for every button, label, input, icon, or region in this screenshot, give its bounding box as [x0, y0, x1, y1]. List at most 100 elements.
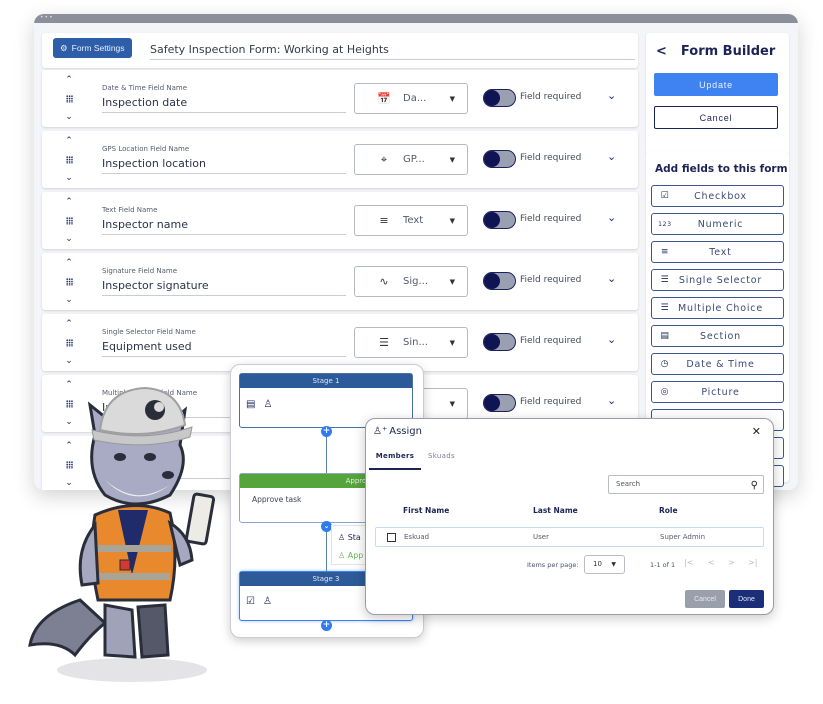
field-name-input[interactable]: Inspector name	[102, 216, 346, 235]
prev-page-button[interactable]: <	[708, 558, 715, 567]
field-row[interactable]: ⌃ ⌄ Text Field Name Inspector name ≡ Tex…	[42, 192, 638, 249]
field-type-value: Sig...	[403, 276, 429, 287]
cancel-button[interactable]: Cancel	[654, 106, 778, 129]
move-up-icon[interactable]: ⌃	[65, 137, 73, 146]
toggle-knob	[484, 90, 500, 106]
approver-label: App	[347, 551, 364, 560]
search-input[interactable]: Search ⚲	[608, 475, 764, 494]
field-type-label: Text Field Name	[102, 206, 158, 214]
field-required-toggle[interactable]	[483, 150, 516, 168]
stage-title: Stage 1	[240, 374, 412, 388]
tab-members[interactable]: Members	[369, 452, 421, 470]
add-field-button[interactable]: ◎ Picture	[651, 381, 784, 403]
field-name-input[interactable]: Inspector signature	[102, 277, 346, 296]
window-controls[interactable]: •••	[40, 15, 54, 21]
add-fields-title: Add fields to this form	[655, 163, 788, 175]
add-field-button[interactable]: ≡ Text	[651, 241, 784, 263]
field-row[interactable]: ⌃ ⌄ Date & Time Field Name Inspection da…	[42, 70, 638, 127]
field-type-select[interactable]: ⌖ GP... ▼	[354, 144, 468, 175]
drag-handle-icon[interactable]	[65, 156, 73, 164]
add-field-button[interactable]: ◷ Date & Time	[651, 353, 784, 375]
field-required-label: Field required	[520, 275, 582, 285]
move-up-icon[interactable]: ⌃	[65, 320, 73, 329]
assign-dialog: ♙⁺ Assign ✕ Members Skuads Search ⚲ Firs…	[365, 418, 774, 615]
field-required-toggle[interactable]	[483, 211, 516, 229]
add-field-label: Numeric	[697, 218, 744, 230]
first-page-button[interactable]: |<	[684, 558, 693, 567]
dialog-cancel-button[interactable]: Cancel	[685, 590, 725, 608]
form-title-input[interactable]: Safety Inspection Form: Working at Heigh…	[150, 40, 635, 60]
field-type-label: GPS Location Field Name	[102, 145, 190, 153]
drag-handle-icon[interactable]	[65, 278, 73, 286]
field-type-label: Date & Time Field Name	[102, 84, 188, 92]
back-chevron-icon[interactable]: <	[656, 44, 667, 59]
field-required-toggle[interactable]	[483, 89, 516, 107]
field-name-input[interactable]: Inspection location	[102, 155, 346, 174]
assign-users-icon: ♙⁺	[373, 426, 388, 437]
form-settings-button[interactable]: ⚙ Form Settings	[53, 38, 132, 58]
window-titlebar: •••	[34, 14, 798, 23]
move-down-icon[interactable]: ⌄	[65, 296, 73, 305]
add-field-button[interactable]: ☰ Multiple Choice	[651, 297, 784, 319]
search-icon[interactable]: ⚲	[751, 477, 758, 494]
update-button[interactable]: Update	[654, 73, 778, 96]
field-type-select[interactable]: ☰ Sin... ▼	[354, 327, 468, 358]
add-field-label: Section	[700, 330, 741, 342]
move-down-icon[interactable]: ⌄	[65, 357, 73, 366]
next-page-button[interactable]: >	[728, 558, 735, 567]
move-down-icon[interactable]: ⌄	[65, 113, 73, 122]
chevron-down-icon[interactable]: ⌄	[607, 272, 616, 285]
field-required-toggle[interactable]	[483, 333, 516, 351]
toggle-knob	[484, 273, 500, 289]
caret-down-icon: ▼	[449, 216, 455, 225]
move-up-icon[interactable]: ⌃	[65, 76, 73, 85]
field-required-toggle[interactable]	[483, 272, 516, 290]
close-icon[interactable]: ✕	[752, 425, 761, 438]
form-settings-label: Form Settings	[71, 43, 125, 53]
drag-handle-icon[interactable]	[65, 339, 73, 347]
items-per-page-select[interactable]: 10 ▼	[584, 555, 625, 574]
chevron-down-icon[interactable]: ⌄	[607, 333, 616, 346]
add-field-label: Date & Time	[686, 358, 755, 370]
drag-handle-icon[interactable]	[65, 95, 73, 103]
field-type-select[interactable]: ≡ Text ▼	[354, 205, 468, 236]
table-row[interactable]: Eskuad User Super Admin	[375, 527, 764, 547]
field-row[interactable]: ⌃ ⌄ Signature Field Name Inspector signa…	[42, 253, 638, 310]
builder-header: < Form Builder	[656, 44, 775, 59]
move-down-icon[interactable]: ⌄	[65, 235, 73, 244]
last-page-button[interactable]: >|	[748, 558, 757, 567]
field-row[interactable]: ⌃ ⌄ GPS Location Field Name Inspection l…	[42, 131, 638, 188]
caret-down-icon: ▼	[449, 94, 455, 103]
toggle-knob	[484, 212, 500, 228]
dialog-done-button[interactable]: Done	[729, 590, 764, 608]
row-checkbox[interactable]	[387, 533, 396, 542]
drag-handle-icon[interactable]	[65, 217, 73, 225]
add-field-button[interactable]: ☰ Single Selector	[651, 269, 784, 291]
field-name-input[interactable]: Inspection date	[102, 94, 346, 113]
column-header-last-name[interactable]: Last Name	[533, 506, 578, 515]
field-type-select[interactable]: 📅 Da... ▼	[354, 83, 468, 114]
add-stage-plus-icon[interactable]: +	[321, 426, 332, 437]
field-required-label: Field required	[520, 92, 582, 102]
add-stage-plus-icon[interactable]: +	[321, 620, 332, 631]
add-field-button[interactable]: 123 Numeric	[651, 213, 784, 235]
text-lines-icon: ≡	[379, 214, 389, 227]
gear-icon: ⚙	[60, 42, 68, 53]
field-type-select[interactable]: ∿ Sig... ▼	[354, 266, 468, 297]
move-up-icon[interactable]: ⌃	[65, 198, 73, 207]
chevron-down-icon[interactable]: ⌄	[607, 211, 616, 224]
move-down-icon[interactable]: ⌄	[65, 174, 73, 183]
tab-skuads[interactable]: Skuads	[428, 452, 455, 460]
move-up-icon[interactable]: ⌃	[65, 259, 73, 268]
add-field-button[interactable]: ☑ Checkbox	[651, 185, 784, 207]
chevron-down-icon[interactable]: ⌄	[607, 150, 616, 163]
column-header-role[interactable]: Role	[659, 506, 678, 515]
chevron-down-icon[interactable]: ⌄	[607, 89, 616, 102]
column-header-first-name[interactable]: First Name	[403, 506, 449, 515]
field-required-toggle[interactable]	[483, 394, 516, 412]
field-name-input[interactable]: Equipment used	[102, 338, 346, 357]
add-field-button[interactable]: ▤ Section	[651, 325, 784, 347]
chevron-down-icon[interactable]: ⌄	[607, 394, 616, 407]
field-row[interactable]: ⌃ ⌄ Single Selector Field Name Equipment…	[42, 314, 638, 371]
list-select-icon: ☰	[379, 336, 389, 349]
